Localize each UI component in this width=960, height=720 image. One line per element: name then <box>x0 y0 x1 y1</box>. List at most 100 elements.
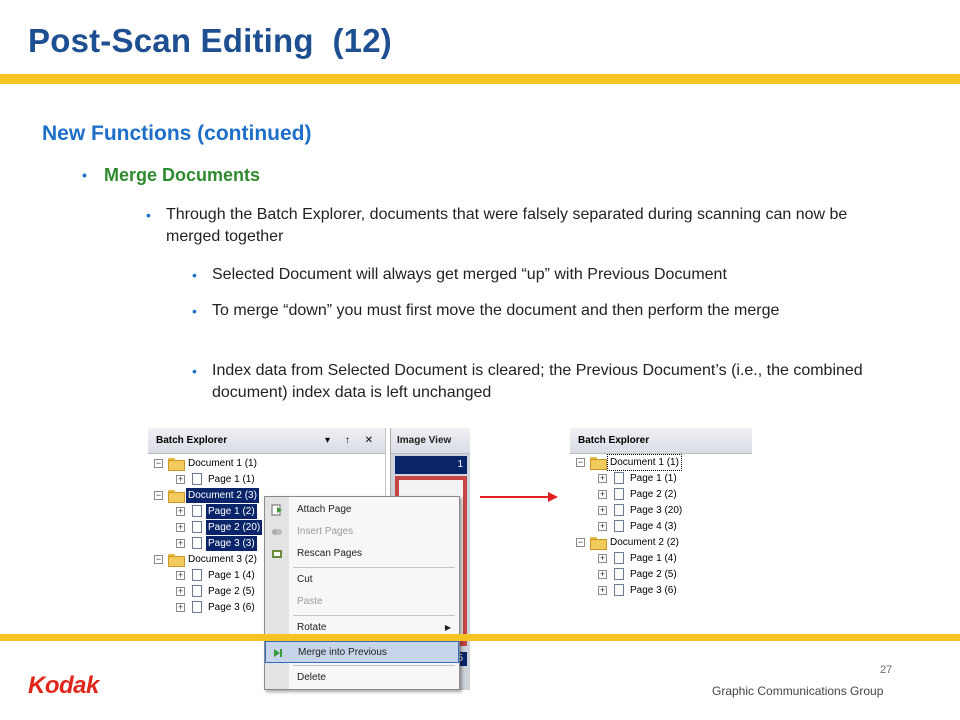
bullet-merge-down: • To merge “down” you must first move th… <box>192 300 912 322</box>
expand-toggle-icon[interactable]: + <box>176 587 185 596</box>
collapse-toggle-icon[interactable]: − <box>154 491 163 500</box>
batch-explorer-title: Batch Explorer <box>578 435 650 446</box>
page-icon <box>192 585 202 597</box>
section-heading: New Functions (continued) <box>42 122 312 145</box>
menu-item-label: Merge into Previous <box>298 647 387 658</box>
expand-toggle-icon[interactable]: + <box>598 570 607 579</box>
pane-toolbar-icons[interactable]: ▾ ↑ ✕ <box>325 428 379 454</box>
page-label: Page 2 (2) <box>630 489 677 500</box>
expand-toggle-icon[interactable]: + <box>176 475 185 484</box>
top-accent-rule <box>0 74 960 84</box>
page-icon <box>614 568 624 580</box>
bottom-accent-rule <box>0 634 960 641</box>
tree-page-node[interactable]: + Page 1 (1) <box>570 471 752 486</box>
folder-icon <box>590 537 607 550</box>
tree-page-node[interactable]: + Page 1 (1) <box>148 472 385 487</box>
page-icon <box>192 505 202 517</box>
menu-item-delete[interactable]: Delete <box>265 667 459 689</box>
expand-toggle-icon[interactable]: + <box>598 554 607 563</box>
tree-page-node[interactable]: + Page 3 (6) <box>570 583 752 598</box>
page-icon <box>192 569 202 581</box>
document-label: Document 1 (1) <box>607 454 682 471</box>
menu-item-insert-pages[interactable]: Insert Pages <box>265 521 459 543</box>
expand-toggle-icon[interactable]: + <box>176 539 185 548</box>
expand-toggle-icon[interactable]: + <box>176 523 185 532</box>
rescan-pages-icon <box>272 550 282 558</box>
batch-explorer-title-bar: Batch Explorer ▾ ↑ ✕ <box>148 428 385 454</box>
bullet-merge-documents: • Merge Documents <box>82 164 261 186</box>
folder-icon <box>590 457 607 470</box>
merge-icon <box>274 649 282 657</box>
footer-group-name: Graphic Communications Group <box>712 684 884 698</box>
folder-icon <box>168 554 185 567</box>
menu-item-attach-page[interactable]: Attach Page <box>265 499 459 521</box>
folder-icon <box>168 458 185 471</box>
menu-item-paste[interactable]: Paste <box>265 591 459 613</box>
document-label: Document 2 (2) <box>610 537 679 548</box>
page-icon <box>614 520 624 532</box>
bullet-text: Selected Document will always get merged… <box>212 266 727 283</box>
page-label: Page 3 (20) <box>630 505 683 516</box>
insert-pages-icon <box>272 529 282 535</box>
expand-toggle-icon[interactable]: + <box>598 474 607 483</box>
collapse-toggle-icon[interactable]: − <box>154 459 163 468</box>
page-label: Page 1 (1) <box>630 473 677 484</box>
page-icon <box>614 552 624 564</box>
tree-page-node[interactable]: + Page 2 (5) <box>570 567 752 582</box>
bullet-dot: • <box>192 303 197 319</box>
expand-toggle-icon[interactable]: + <box>176 603 185 612</box>
bullet-dot: • <box>192 267 197 283</box>
expand-toggle-icon[interactable]: + <box>598 522 607 531</box>
tree-document-node[interactable]: − Document 2 (2) <box>570 535 752 550</box>
page-icon <box>614 472 624 484</box>
document-label: Document 3 (2) <box>188 554 257 565</box>
page-label: Page 1 (2) <box>206 504 257 519</box>
page-icon <box>614 504 624 516</box>
tree-page-node[interactable]: + Page 3 (20) <box>570 503 752 518</box>
page-label: Page 4 (3) <box>630 521 677 532</box>
bullet-text: Merge Documents <box>104 165 261 185</box>
menu-item-label: Delete <box>297 672 326 683</box>
slide-title: Post-Scan Editing (12) <box>28 22 392 59</box>
page-label: Page 1 (1) <box>208 474 255 485</box>
menu-separator <box>293 665 455 666</box>
page-label: Page 1 (4) <box>630 553 677 564</box>
page-label: Page 2 (20) <box>206 520 263 535</box>
tree-document-node[interactable]: − Document 1 (1) <box>570 454 752 471</box>
expand-toggle-icon[interactable]: + <box>598 506 607 515</box>
batch-explorer-after: Batch Explorer − Document 1 (1) + Page 1 (1… <box>570 428 752 598</box>
menu-item-label: Insert Pages <box>297 526 354 537</box>
page-label: Page 3 (6) <box>208 602 255 613</box>
collapse-toggle-icon[interactable]: − <box>154 555 163 564</box>
bullet-text: Through the Batch Explorer, documents th… <box>166 206 848 245</box>
bullet-text: Index data from Selected Document is cle… <box>212 362 863 401</box>
expand-toggle-icon[interactable]: + <box>176 571 185 580</box>
expand-toggle-icon[interactable]: + <box>598 586 607 595</box>
collapse-toggle-icon[interactable]: − <box>576 458 585 467</box>
menu-item-label: Attach Page <box>297 504 352 515</box>
page-icon <box>192 601 202 613</box>
menu-item-merge-into-previous[interactable]: Merge into Previous <box>265 641 459 663</box>
batch-explorer-title: Batch Explorer <box>156 435 228 446</box>
tree-page-node[interactable]: + Page 4 (3) <box>570 519 752 534</box>
document-label: Document 2 (3) <box>186 488 259 503</box>
collapse-toggle-icon[interactable]: − <box>576 538 585 547</box>
menu-separator <box>293 615 455 616</box>
menu-item-rescan-pages[interactable]: Rescan Pages <box>265 543 459 565</box>
tree-document-node[interactable]: − Document 1 (1) <box>148 456 385 471</box>
expand-toggle-icon[interactable]: + <box>598 490 607 499</box>
page-label: Page 2 (5) <box>208 586 255 597</box>
kodak-logo: Kodak <box>28 672 99 699</box>
bullet-merged-up: • Selected Document will always get merg… <box>192 264 912 286</box>
menu-item-cut[interactable]: Cut <box>265 569 459 591</box>
document-label: Document 1 (1) <box>188 458 257 469</box>
bullet-batch-explorer: • Through the Batch Explorer, documents … <box>146 204 886 248</box>
thumbnail-header-1[interactable]: 1 <box>395 456 467 474</box>
tree-page-node[interactable]: + Page 1 (4) <box>570 551 752 566</box>
expand-toggle-icon[interactable]: + <box>176 507 185 516</box>
page-icon <box>614 488 624 500</box>
batch-explorer-title-bar: Batch Explorer <box>570 428 752 454</box>
tree-page-node[interactable]: + Page 2 (2) <box>570 487 752 502</box>
menu-item-label: Paste <box>297 596 323 607</box>
context-menu: Attach Page Insert Pages Rescan Pages Cu… <box>264 496 460 690</box>
